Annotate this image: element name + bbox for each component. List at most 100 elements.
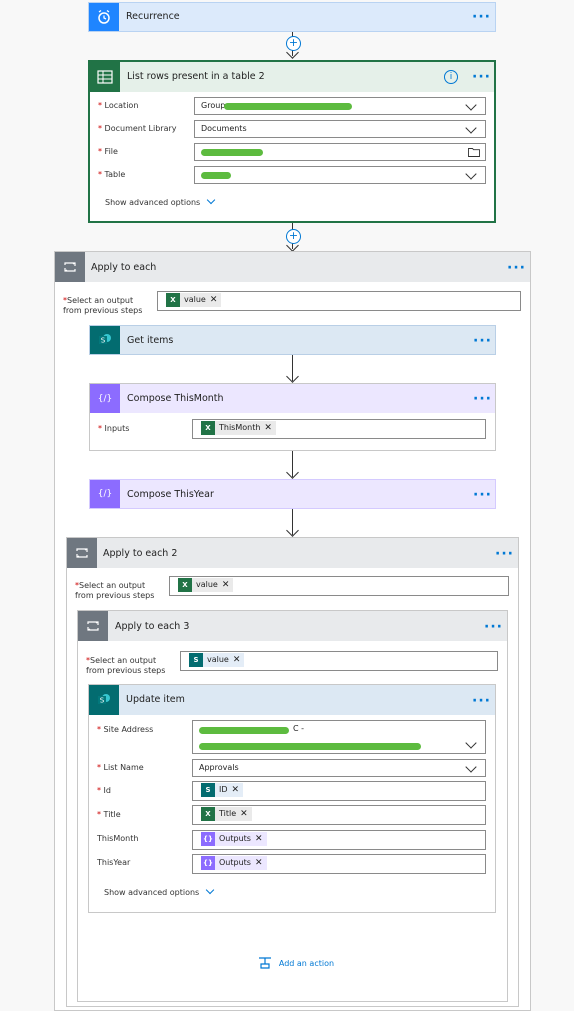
- compose-thismonth-title: Compose ThisMonth: [127, 393, 224, 404]
- redaction-mark: [199, 743, 421, 750]
- apply-to-each-header[interactable]: Apply to each ···: [55, 252, 530, 282]
- list-rows-header[interactable]: List rows present in a table 2 i ···: [90, 62, 494, 92]
- excel-icon: X: [178, 578, 192, 592]
- remove-token-icon[interactable]: ✕: [210, 292, 218, 308]
- table-select[interactable]: [194, 166, 486, 184]
- sharepoint-icon: S: [90, 326, 120, 354]
- redaction-mark: [199, 727, 289, 734]
- compose-thisyear-menu-button[interactable]: ···: [473, 488, 492, 502]
- info-icon[interactable]: i: [444, 70, 458, 84]
- select-output-field[interactable]: Xvalue ✕: [157, 291, 521, 311]
- show-advanced-options-button[interactable]: Show advanced options: [104, 885, 215, 897]
- redaction-mark: [201, 172, 231, 179]
- excel-icon: [90, 62, 120, 92]
- svg-text:S: S: [100, 697, 105, 705]
- select-output-label: *Select an output from previous steps: [75, 581, 155, 600]
- apply-to-each-2-title: Apply to each 2: [103, 548, 178, 559]
- apply-to-each-3-title: Apply to each 3: [115, 621, 190, 632]
- location-label: * Location: [98, 101, 139, 110]
- update-item-header[interactable]: S Update item ···: [89, 685, 495, 715]
- list-rows-card: List rows present in a table 2 i ··· * L…: [88, 60, 496, 223]
- apply-to-each-2-header[interactable]: Apply to each 2 ···: [67, 538, 518, 568]
- title-token[interactable]: X Title ✕: [201, 807, 252, 821]
- svg-text:S: S: [101, 337, 106, 345]
- compose-braces-icon: {/}: [90, 384, 120, 413]
- get-items-title: Get items: [127, 335, 174, 346]
- compose-thisyear-card[interactable]: {/} Compose ThisYear ···: [89, 479, 496, 509]
- file-label: * File: [98, 147, 118, 156]
- document-library-select[interactable]: Documents: [194, 120, 486, 138]
- loop-arrows-icon: [78, 611, 108, 641]
- inputs-label: * Inputs: [98, 424, 130, 433]
- id-field[interactable]: S ID ✕: [192, 781, 486, 801]
- compose-thisyear-title: Compose ThisYear: [127, 489, 214, 500]
- apply-to-each-title: Apply to each: [91, 262, 157, 273]
- compose-braces-icon: {/}: [90, 480, 120, 508]
- show-advanced-options-button[interactable]: Show advanced options: [105, 195, 216, 207]
- compose-thismonth-menu-button[interactable]: ···: [473, 392, 492, 406]
- document-library-label: * Document Library: [98, 124, 177, 133]
- get-items-menu-button[interactable]: ···: [473, 334, 492, 348]
- remove-token-icon[interactable]: ✕: [222, 577, 230, 593]
- remove-token-icon[interactable]: ✕: [232, 782, 240, 798]
- thismonth-label: ThisMonth: [97, 834, 139, 843]
- value-token[interactable]: Xvalue ✕: [178, 577, 234, 593]
- update-item-title: Update item: [126, 694, 185, 705]
- title-field[interactable]: X Title ✕: [192, 805, 486, 825]
- list-rows-menu-button[interactable]: ···: [472, 70, 491, 84]
- get-items-card[interactable]: S Get items ···: [89, 325, 496, 355]
- compose-thismonth-header[interactable]: {/} Compose ThisMonth ···: [90, 384, 495, 413]
- recurrence-card[interactable]: Recurrence ···: [88, 2, 496, 32]
- folder-icon[interactable]: [468, 147, 480, 157]
- sharepoint-icon: S: [89, 685, 119, 715]
- remove-token-icon[interactable]: ✕: [255, 855, 263, 871]
- title-label: * Title: [97, 810, 121, 819]
- select-output-field[interactable]: Svalue ✕: [180, 651, 498, 671]
- sharepoint-icon: S: [201, 783, 215, 797]
- sharepoint-icon: S: [189, 653, 203, 667]
- thismonth-token[interactable]: X ThisMonth ✕: [201, 421, 276, 435]
- value-token[interactable]: Xvalue ✕: [166, 292, 222, 308]
- loop-arrows-icon: [55, 252, 85, 282]
- list-name-label: * List Name: [97, 763, 144, 772]
- table-label: * Table: [98, 170, 126, 179]
- site-address-select[interactable]: C -: [192, 720, 486, 754]
- value-token[interactable]: Svalue ✕: [189, 652, 245, 668]
- recurrence-menu-button[interactable]: ···: [472, 10, 491, 24]
- redaction-mark: [224, 103, 352, 110]
- loop-arrows-icon: [67, 538, 97, 568]
- update-item-card: S Update item ··· * Site Address C - * L…: [88, 684, 496, 913]
- apply-to-each-3-menu-button[interactable]: ···: [484, 620, 503, 634]
- inputs-field[interactable]: X ThisMonth ✕: [192, 419, 486, 439]
- update-item-menu-button[interactable]: ···: [472, 694, 491, 708]
- apply-to-each-3-header[interactable]: Apply to each 3 ···: [78, 611, 507, 641]
- thismonth-field[interactable]: {} Outputs ✕: [192, 830, 486, 850]
- thisyear-field[interactable]: {} Outputs ✕: [192, 854, 486, 874]
- compose-braces-icon: {}: [201, 832, 215, 846]
- add-action-icon: [259, 957, 271, 969]
- id-label: * Id: [97, 786, 111, 795]
- location-select[interactable]: Group: [194, 97, 486, 115]
- apply-to-each-2-menu-button[interactable]: ···: [495, 547, 514, 561]
- select-output-label: *Select an output from previous steps: [86, 656, 166, 675]
- select-output-field[interactable]: Xvalue ✕: [169, 576, 509, 596]
- select-output-label: *Select an output from previous steps: [63, 296, 143, 315]
- list-name-select[interactable]: Approvals: [192, 759, 486, 777]
- site-address-label: * Site Address: [97, 725, 154, 734]
- excel-icon: X: [201, 807, 215, 821]
- add-action-button[interactable]: Add an action: [258, 956, 334, 972]
- remove-token-icon[interactable]: ✕: [233, 652, 241, 668]
- id-token[interactable]: S ID ✕: [201, 782, 244, 798]
- outputs-token[interactable]: {} Outputs ✕: [201, 832, 267, 846]
- file-picker[interactable]: [194, 143, 486, 161]
- outputs-token[interactable]: {} Outputs ✕: [201, 856, 267, 870]
- apply-to-each-menu-button[interactable]: ···: [507, 261, 526, 275]
- list-rows-title: List rows present in a table 2: [127, 71, 265, 82]
- remove-token-icon[interactable]: ✕: [255, 831, 263, 847]
- remove-token-icon[interactable]: ✕: [240, 806, 248, 822]
- compose-braces-icon: {}: [201, 856, 215, 870]
- alarm-clock-icon: [89, 3, 119, 31]
- recurrence-title: Recurrence: [126, 11, 180, 22]
- remove-token-icon[interactable]: ✕: [264, 420, 272, 436]
- add-action-label: Add an action: [278, 958, 335, 968]
